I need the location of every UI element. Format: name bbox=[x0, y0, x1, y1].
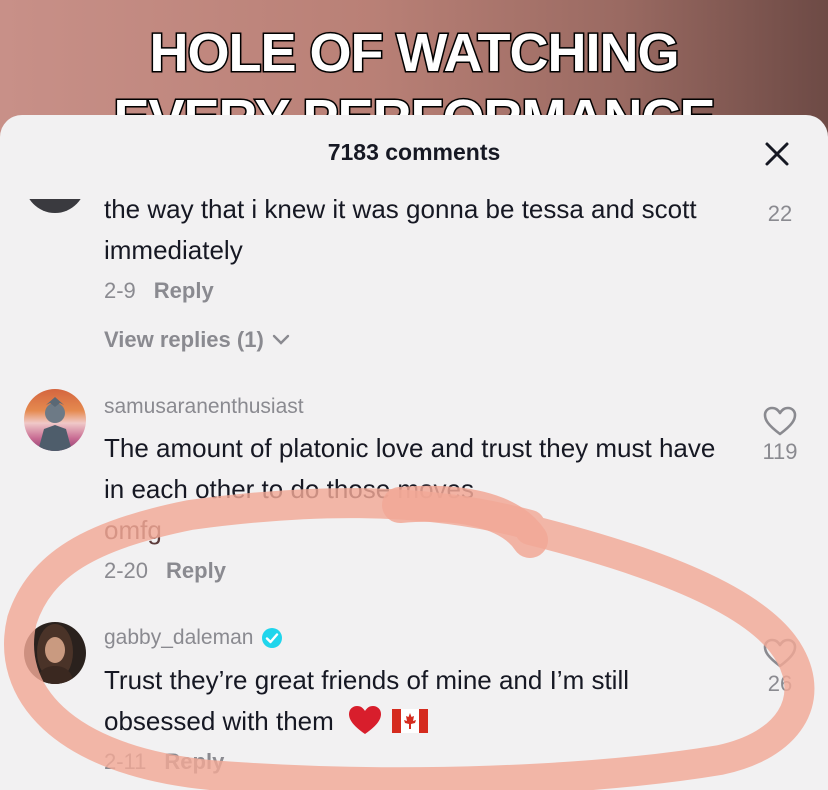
comment-date: 2-20 bbox=[104, 558, 149, 583]
view-replies-label: View replies (1) bbox=[104, 327, 264, 352]
like-count: 26 bbox=[767, 671, 793, 696]
canada-flag-icon bbox=[392, 709, 429, 733]
like-button[interactable]: 22 bbox=[752, 187, 808, 227]
like-button[interactable]: 26 bbox=[752, 637, 808, 697]
verified-badge-icon bbox=[262, 628, 283, 648]
avatar[interactable] bbox=[24, 622, 86, 684]
comment-username[interactable]: gabby_daleman bbox=[104, 626, 283, 650]
comment-text-tail: omfg bbox=[104, 515, 162, 545]
avatar-character-icon bbox=[38, 397, 72, 451]
comment-meta: 2-20 Reply bbox=[104, 558, 226, 584]
view-replies-button[interactable]: View replies (1) bbox=[104, 327, 290, 353]
comment-username[interactable]: samusaranenthusiast bbox=[104, 395, 304, 419]
comment-meta: 2-9 Reply bbox=[104, 278, 214, 304]
comment-date: 2-11 bbox=[104, 749, 147, 774]
red-heart-icon bbox=[349, 706, 382, 734]
username-label: samusaranenthusiast bbox=[104, 395, 304, 418]
like-count: 22 bbox=[767, 201, 793, 226]
avatar[interactable] bbox=[24, 389, 86, 451]
reply-button[interactable]: Reply bbox=[154, 278, 214, 304]
username-label: gabby_daleman bbox=[104, 626, 254, 649]
comments-sheet: 7183 comments the way that i knew it was… bbox=[0, 115, 828, 790]
close-button[interactable] bbox=[760, 137, 794, 171]
comment-text: The amount of platonic love and trust th… bbox=[104, 428, 724, 551]
comment-text-body: The amount of platonic love and trust th… bbox=[104, 433, 716, 504]
reply-button[interactable]: Reply bbox=[164, 749, 224, 775]
comments-count-title: 7183 comments bbox=[327, 139, 501, 165]
comment-date: 2-9 bbox=[104, 278, 136, 303]
like-count: 119 bbox=[762, 439, 798, 464]
heart-outline-icon bbox=[763, 638, 797, 668]
close-icon bbox=[765, 142, 789, 166]
heart-outline-icon bbox=[763, 406, 797, 436]
video-caption-line1: HOLE OF WATCHING bbox=[148, 22, 681, 85]
comment-text: the way that i knew it was gonna be tess… bbox=[104, 194, 697, 265]
chevron-down-icon bbox=[272, 334, 289, 345]
avatar-portrait-icon bbox=[36, 624, 74, 684]
comment-meta: 2-11 Reply bbox=[104, 749, 224, 775]
reply-button[interactable]: Reply bbox=[166, 558, 226, 584]
like-button[interactable]: 119 bbox=[752, 405, 808, 465]
comment-text: Trust they’re great friends of mine and … bbox=[104, 660, 724, 742]
